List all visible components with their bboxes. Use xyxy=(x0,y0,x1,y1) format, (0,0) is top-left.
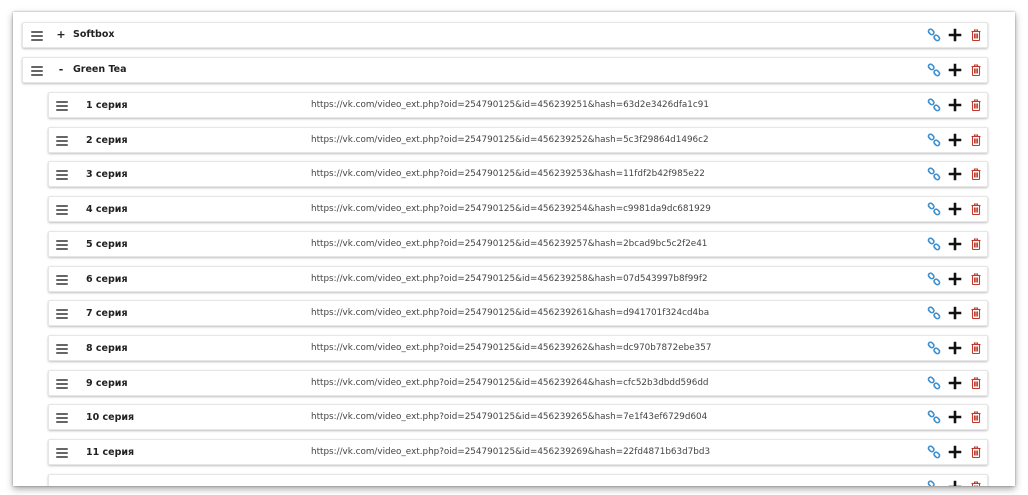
episode-url: https://vk.com/video_ext.php?oid=2547901… xyxy=(311,343,712,353)
episode-title: 7 серия xyxy=(86,308,128,319)
hamburger-icon[interactable] xyxy=(31,66,43,76)
episode-title: 1 серия xyxy=(86,100,128,111)
trash-icon[interactable] xyxy=(969,306,983,320)
hamburger-icon[interactable] xyxy=(31,31,43,41)
plus-icon[interactable] xyxy=(948,98,962,112)
trash-icon[interactable] xyxy=(969,237,983,251)
episode-url: https://vk.com/video_ext.php?oid=2547901… xyxy=(311,274,708,284)
link-icon[interactable] xyxy=(927,63,941,77)
trash-icon[interactable] xyxy=(969,63,983,77)
episode-url: https://vk.com/video_ext.php?oid=2547901… xyxy=(311,308,710,318)
link-icon[interactable] xyxy=(927,480,941,486)
hamburger-icon[interactable] xyxy=(56,344,68,354)
episode-title: 8 серия xyxy=(86,343,128,354)
episode-title: 11 серия xyxy=(86,447,135,458)
episode-url: https://vk.com/video_ext.php?oid=2547901… xyxy=(311,135,709,145)
plus-icon[interactable] xyxy=(948,133,962,147)
episode-title: 5 серия xyxy=(86,239,128,250)
plus-icon[interactable] xyxy=(948,341,962,355)
plus-icon[interactable] xyxy=(948,28,962,42)
trash-icon[interactable] xyxy=(969,272,983,286)
episode-title: 3 серия xyxy=(86,169,128,180)
plus-icon[interactable] xyxy=(948,167,962,181)
episode-row-partial[interactable] xyxy=(48,474,988,486)
episode-row[interactable]: 8 серия https://vk.com/video_ext.php?oid=… xyxy=(48,335,988,361)
hamburger-icon[interactable] xyxy=(56,448,68,458)
episode-title: 10 серия xyxy=(86,412,135,423)
playlist-row[interactable]: - Green Tea xyxy=(22,57,988,83)
episode-url: https://vk.com/video_ext.php?oid=2547901… xyxy=(311,378,709,388)
episode-title: 2 серия xyxy=(86,135,128,146)
episode-url: https://vk.com/video_ext.php?oid=2547901… xyxy=(311,447,711,457)
episode-title: 4 серия xyxy=(86,204,128,215)
plus-icon[interactable] xyxy=(948,306,962,320)
link-icon[interactable] xyxy=(927,237,941,251)
trash-icon[interactable] xyxy=(969,410,983,424)
expand-toggle[interactable]: + xyxy=(56,28,66,42)
link-icon[interactable] xyxy=(927,306,941,320)
episode-row[interactable]: 5 серия https://vk.com/video_ext.php?oid=… xyxy=(48,231,988,257)
episode-row[interactable]: 9 серия https://vk.com/video_ext.php?oid=… xyxy=(48,370,988,396)
hamburger-icon[interactable] xyxy=(56,275,68,285)
plus-icon[interactable] xyxy=(948,445,962,459)
link-icon[interactable] xyxy=(927,410,941,424)
trash-icon[interactable] xyxy=(969,98,983,112)
trash-icon[interactable] xyxy=(969,202,983,216)
episode-url: https://vk.com/video_ext.php?oid=2547901… xyxy=(311,412,708,422)
hamburger-icon[interactable] xyxy=(56,413,68,423)
episode-row[interactable]: 7 серия https://vk.com/video_ext.php?oid=… xyxy=(48,300,988,326)
plus-icon[interactable] xyxy=(948,63,962,77)
episode-row[interactable]: 3 серия https://vk.com/video_ext.php?oid=… xyxy=(48,161,988,187)
episode-row[interactable]: 10 серия https://vk.com/video_ext.php?oid… xyxy=(48,404,988,430)
hamburger-icon[interactable] xyxy=(56,101,68,111)
link-icon[interactable] xyxy=(927,445,941,459)
playlist-title: Softbox xyxy=(73,29,115,40)
link-icon[interactable] xyxy=(927,272,941,286)
trash-icon[interactable] xyxy=(969,28,983,42)
hamburger-icon[interactable] xyxy=(56,379,68,389)
hamburger-icon[interactable] xyxy=(56,170,68,180)
plus-icon[interactable] xyxy=(948,480,962,486)
link-icon[interactable] xyxy=(927,202,941,216)
playlist-window: + Softbox - Green Tea 1 серия https://vk.com/… xyxy=(13,12,1015,486)
link-icon[interactable] xyxy=(927,341,941,355)
episode-row[interactable]: 2 серия https://vk.com/video_ext.php?oid=… xyxy=(48,127,988,153)
episode-title: 9 серия xyxy=(86,378,128,389)
plus-icon[interactable] xyxy=(948,376,962,390)
episode-title: 6 серия xyxy=(86,274,128,285)
hamburger-icon[interactable] xyxy=(56,205,68,215)
episode-url: https://vk.com/video_ext.php?oid=2547901… xyxy=(311,169,705,179)
trash-icon[interactable] xyxy=(969,167,983,181)
episode-row[interactable]: 11 серия https://vk.com/video_ext.php?oid… xyxy=(48,439,988,465)
episode-url: https://vk.com/video_ext.php?oid=2547901… xyxy=(311,204,711,214)
trash-icon[interactable] xyxy=(969,133,983,147)
link-icon[interactable] xyxy=(927,28,941,42)
trash-icon[interactable] xyxy=(969,341,983,355)
link-icon[interactable] xyxy=(927,376,941,390)
playlist-title: Green Tea xyxy=(73,64,127,75)
trash-icon[interactable] xyxy=(969,480,983,486)
link-icon[interactable] xyxy=(927,133,941,147)
playlist-row[interactable]: + Softbox xyxy=(22,22,988,48)
hamburger-icon[interactable] xyxy=(56,136,68,146)
expand-toggle[interactable]: - xyxy=(56,63,66,77)
episode-url: https://vk.com/video_ext.php?oid=2547901… xyxy=(311,239,708,249)
hamburger-icon[interactable] xyxy=(56,240,68,250)
link-icon[interactable] xyxy=(927,98,941,112)
plus-icon[interactable] xyxy=(948,202,962,216)
hamburger-icon[interactable] xyxy=(56,309,68,319)
plus-icon[interactable] xyxy=(948,237,962,251)
trash-icon[interactable] xyxy=(969,376,983,390)
episode-row[interactable]: 6 серия https://vk.com/video_ext.php?oid=… xyxy=(48,266,988,292)
plus-icon[interactable] xyxy=(948,410,962,424)
episode-url: https://vk.com/video_ext.php?oid=2547901… xyxy=(311,100,709,110)
trash-icon[interactable] xyxy=(969,445,983,459)
plus-icon[interactable] xyxy=(948,272,962,286)
link-icon[interactable] xyxy=(927,167,941,181)
episode-row[interactable]: 1 серия https://vk.com/video_ext.php?oid=… xyxy=(48,92,988,118)
episode-row[interactable]: 4 серия https://vk.com/video_ext.php?oid=… xyxy=(48,196,988,222)
